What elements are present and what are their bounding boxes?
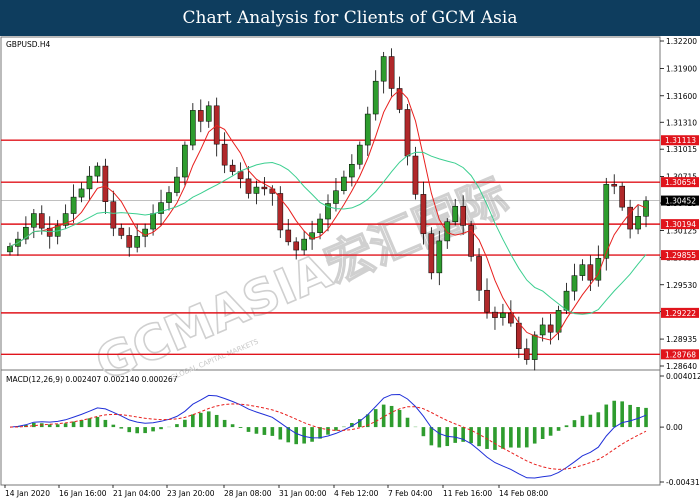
price-tag-label: 1.31113 bbox=[665, 136, 696, 145]
candle-body bbox=[388, 56, 395, 89]
x-tick-label: 23 Jan 20:00 bbox=[167, 489, 215, 498]
candle-body bbox=[174, 176, 180, 193]
x-tick-label: 7 Feb 04:00 bbox=[388, 489, 433, 498]
candle-body bbox=[619, 185, 626, 208]
candle-body bbox=[38, 213, 45, 229]
candle-body bbox=[476, 256, 482, 291]
candle-body bbox=[531, 334, 538, 360]
price-tag-label: 1.28768 bbox=[665, 350, 696, 359]
price-tag-label: 1.30654 bbox=[665, 178, 696, 187]
candle-body bbox=[134, 236, 141, 248]
candle-body bbox=[317, 218, 323, 233]
candle-body bbox=[643, 200, 649, 217]
candle-body bbox=[444, 221, 451, 242]
y-tick-label: 1.28935 bbox=[666, 335, 697, 344]
macd-y-tick-label: -0.004311 bbox=[666, 478, 700, 487]
candle-body bbox=[484, 289, 490, 313]
candle-body bbox=[70, 196, 77, 214]
banner-title: Chart Analysis for Clients of GCM Asia bbox=[0, 0, 700, 36]
candle-body bbox=[150, 213, 156, 230]
candle-body bbox=[611, 184, 618, 187]
candle-body bbox=[460, 205, 466, 226]
chart-area: GBPUSD.H4 MACD(12,26,9) 0.002407 0.00214… bbox=[0, 36, 700, 498]
candle-body bbox=[118, 227, 125, 236]
candle-body bbox=[539, 324, 546, 336]
price-tag-label: 1.29855 bbox=[665, 251, 696, 260]
candle-body bbox=[492, 311, 498, 318]
watermark: GCMASIA宏汇国际 GLOBAL CAPITAL MARKETS bbox=[87, 167, 517, 393]
x-tick-label: 4 Feb 12:00 bbox=[334, 489, 379, 498]
candle-body bbox=[190, 110, 196, 146]
y-tick-label: 1.31310 bbox=[666, 118, 697, 127]
candle-body bbox=[404, 109, 411, 157]
candle-body bbox=[547, 324, 554, 333]
candle-body bbox=[515, 322, 522, 349]
candle-body bbox=[86, 175, 93, 190]
candle-body bbox=[420, 194, 427, 234]
x-tick-label: 14 Jan 2020 bbox=[5, 489, 50, 498]
candle-body bbox=[78, 188, 85, 198]
candle-body bbox=[110, 201, 117, 229]
candle-body bbox=[603, 184, 610, 259]
candle-body bbox=[182, 144, 188, 178]
macd-signal-line bbox=[9, 403, 647, 470]
price-tag-label: 1.30452 bbox=[665, 197, 696, 206]
macd-title: MACD(12,26,9) 0.002407 0.002140 0.000267 bbox=[6, 375, 178, 384]
x-tick-label: 21 Jan 04:00 bbox=[113, 489, 161, 498]
candle-body bbox=[7, 246, 13, 253]
candle-body bbox=[229, 164, 236, 172]
candle-body bbox=[102, 165, 109, 202]
x-tick-label: 28 Jan 08:00 bbox=[224, 489, 272, 498]
candle-body bbox=[166, 192, 172, 203]
candle-body bbox=[349, 163, 355, 178]
y-tick-label: 1.32200 bbox=[666, 37, 697, 46]
y-tick-label: 1.31900 bbox=[666, 64, 697, 73]
candle-body bbox=[428, 233, 435, 274]
candle-body bbox=[571, 275, 578, 292]
candle-body bbox=[563, 290, 570, 311]
candle-body bbox=[301, 238, 307, 251]
candle-body bbox=[452, 205, 459, 223]
x-tick-label: 11 Feb 16:00 bbox=[443, 489, 492, 498]
y-tick-label: 1.29530 bbox=[666, 281, 697, 290]
macd-y-tick-label: 0.004012 bbox=[666, 372, 700, 381]
candle-body bbox=[197, 110, 204, 122]
candle-body bbox=[579, 264, 586, 276]
y-tick-label: 1.31600 bbox=[666, 92, 697, 101]
watermark-brand: GCMASIA宏汇国际 bbox=[88, 168, 516, 392]
candle-body bbox=[333, 190, 339, 204]
y-tick-label: 1.28640 bbox=[666, 362, 697, 371]
x-tick-label: 14 Feb 08:00 bbox=[499, 489, 548, 498]
candle-body bbox=[587, 264, 594, 281]
candle-body bbox=[412, 155, 419, 195]
candle-body bbox=[341, 176, 347, 191]
candle-body bbox=[126, 235, 133, 248]
candle-body bbox=[245, 178, 252, 194]
candle-body bbox=[253, 186, 260, 194]
candle-body bbox=[285, 229, 292, 243]
candle-body bbox=[94, 165, 101, 177]
macd-line bbox=[9, 393, 647, 479]
price-tag-label: 1.30194 bbox=[665, 220, 696, 229]
candle-body bbox=[261, 186, 268, 190]
price-tag-label: 1.29222 bbox=[665, 309, 696, 318]
candle-body bbox=[436, 240, 443, 274]
candle-body bbox=[523, 348, 530, 360]
candle-body bbox=[372, 80, 379, 115]
candle-body bbox=[380, 56, 387, 82]
candle-body bbox=[293, 241, 300, 251]
symbol-label: GBPUSD.H4 bbox=[6, 40, 51, 49]
x-tick-label: 16 Jan 16:00 bbox=[59, 489, 107, 498]
x-tick-label: 31 Jan 00:00 bbox=[279, 489, 327, 498]
candle-body bbox=[30, 213, 37, 228]
candle-body bbox=[500, 312, 506, 318]
y-tick-label: 1.31015 bbox=[666, 145, 697, 154]
macd-y-tick-label: 0.00 bbox=[666, 423, 683, 432]
candle-body bbox=[221, 143, 228, 166]
candle-body bbox=[364, 113, 371, 146]
candle-body bbox=[635, 216, 641, 230]
candle-body bbox=[205, 105, 212, 122]
candle-body bbox=[356, 144, 363, 165]
